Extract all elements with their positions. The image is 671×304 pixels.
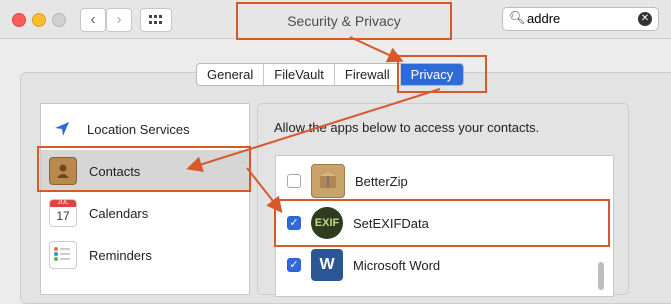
annotation-arrows	[186, 36, 441, 214]
arrow-contacts-to-app	[246, 167, 283, 214]
arrow-title-to-privacy	[349, 36, 404, 63]
arrow-privacy-to-contacts	[186, 88, 441, 173]
